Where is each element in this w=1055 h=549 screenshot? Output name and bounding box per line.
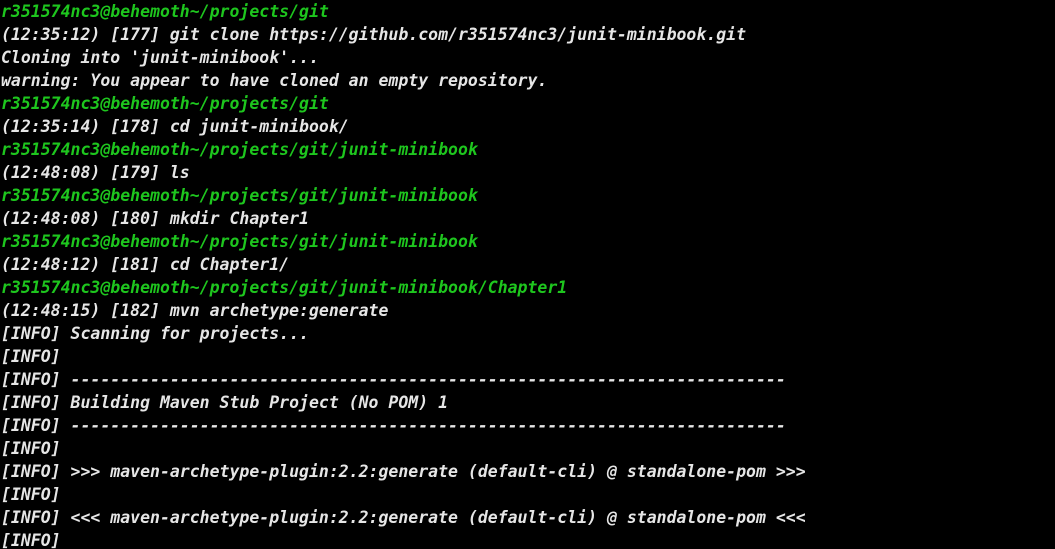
output-line: (12:48:08) [180] mkdir Chapter1 bbox=[1, 209, 309, 228]
output-line: (12:48:08) [179] ls bbox=[1, 163, 190, 182]
output-line: [INFO] Scanning for projects... bbox=[1, 324, 309, 343]
prompt-line: r351574nc3@behemoth~/projects/git bbox=[1, 2, 329, 21]
prompt-line: r351574nc3@behemoth~/projects/git bbox=[1, 94, 329, 113]
output-line: (12:48:12) [181] cd Chapter1/ bbox=[1, 255, 290, 274]
output-line: [INFO] ---------------------------------… bbox=[1, 416, 786, 435]
output-line: [INFO] bbox=[1, 439, 61, 458]
output-line: (12:35:12) [177] git clone https://githu… bbox=[1, 25, 747, 44]
prompt-line: r351574nc3@behemoth~/projects/git/junit-… bbox=[1, 232, 478, 251]
output-line: [INFO] Building Maven Stub Project (No P… bbox=[1, 393, 449, 412]
output-line: (12:48:15) [182] mvn archetype:generate bbox=[1, 301, 389, 320]
output-line: [INFO] <<< maven-archetype-plugin:2.2:ge… bbox=[1, 508, 806, 527]
prompt-line: r351574nc3@behemoth~/projects/git/junit-… bbox=[1, 278, 568, 297]
output-line: [INFO] ---------------------------------… bbox=[1, 370, 786, 389]
output-line: Cloning into 'junit-minibook'... bbox=[1, 48, 319, 67]
terminal-window[interactable]: r351574nc3@behemoth~/projects/git (12:35:… bbox=[0, 0, 1055, 549]
output-line: warning: You appear to have cloned an em… bbox=[1, 71, 548, 90]
prompt-line: r351574nc3@behemoth~/projects/git/junit-… bbox=[1, 140, 478, 159]
output-line: [INFO] bbox=[1, 531, 61, 549]
output-line: [INFO] >>> maven-archetype-plugin:2.2:ge… bbox=[1, 462, 806, 481]
output-line: [INFO] bbox=[1, 485, 61, 504]
output-line: [INFO] bbox=[1, 347, 61, 366]
prompt-line: r351574nc3@behemoth~/projects/git/junit-… bbox=[1, 186, 478, 205]
output-line: (12:35:14) [178] cd junit-minibook/ bbox=[1, 117, 349, 136]
